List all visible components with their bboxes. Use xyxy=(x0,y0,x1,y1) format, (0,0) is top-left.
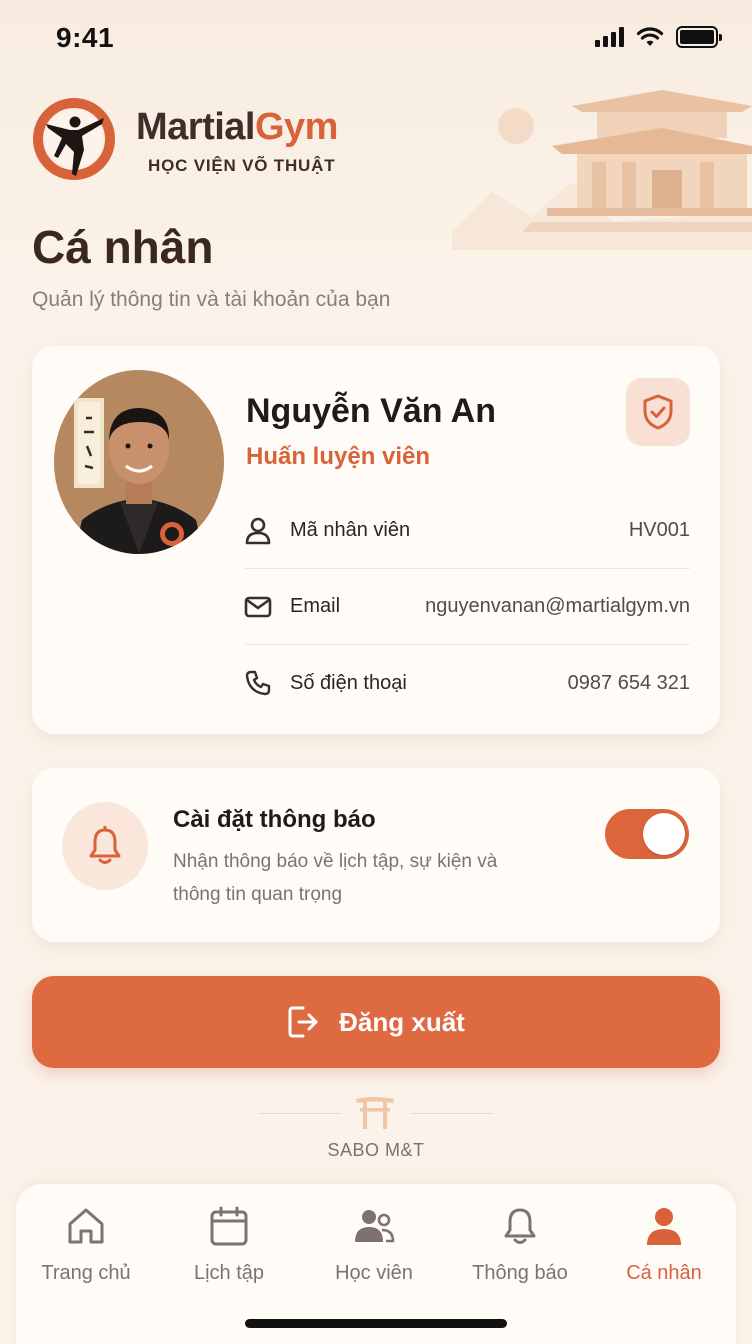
nav-item-home[interactable]: Trang chủ xyxy=(16,1202,156,1285)
user-icon xyxy=(647,1208,681,1245)
notification-settings-description: Nhận thông báo về lịch tập, sự kiện và t… xyxy=(173,851,498,905)
info-row-email: Email nguyenvanan@martialgym.vn xyxy=(244,569,690,645)
nav-label: Lịch tập xyxy=(193,1262,265,1284)
profile-card: Nguyễn Văn An Huấn luyện viên Mã nhân vi… xyxy=(32,346,720,734)
info-value: HV001 xyxy=(628,519,690,541)
page-subtitle: Quản lý thông tin và tài khoản của bạn xyxy=(32,288,391,311)
logout-icon xyxy=(288,1006,318,1038)
nav-item-schedule[interactable]: Lịch tập xyxy=(159,1202,299,1285)
nav-item-profile[interactable]: Cá nhân xyxy=(594,1202,734,1285)
logout-button[interactable]: Đăng xuất xyxy=(32,976,720,1068)
shield-check-icon xyxy=(643,394,673,430)
nav-label: Học viên xyxy=(335,1262,413,1284)
mail-icon xyxy=(244,593,272,621)
status-time: 9:41 xyxy=(56,22,115,53)
bell-icon xyxy=(504,1208,536,1244)
info-value[interactable]: 0987 654 321 xyxy=(568,672,690,695)
info-value[interactable]: nguyenvanan@martialgym.vn xyxy=(425,595,690,618)
nav-label: Cá nhân xyxy=(626,1262,702,1284)
info-label: Số điện thoại xyxy=(290,671,407,694)
students-icon xyxy=(355,1210,395,1243)
bell-icon-badge xyxy=(62,802,148,890)
logout-label: Đăng xuất xyxy=(339,1006,465,1037)
phone-icon xyxy=(244,669,272,697)
notification-toggle[interactable] xyxy=(605,809,689,859)
torii-gate-icon xyxy=(356,1097,394,1129)
status-bar: 9:41 xyxy=(0,0,752,76)
footer-divider xyxy=(410,1113,494,1114)
battery-icon xyxy=(676,26,722,48)
footer-divider xyxy=(258,1113,342,1114)
nav-label: Thông báo xyxy=(472,1262,568,1284)
info-row-employee-id: Mã nhân viên HV001 xyxy=(244,493,690,569)
page-title: Cá nhân xyxy=(32,221,214,273)
toggle-knob xyxy=(643,813,685,855)
info-label: Email xyxy=(290,595,341,617)
nav-item-students[interactable]: Học viên xyxy=(304,1202,444,1285)
nav-item-notifications[interactable]: Thông báo xyxy=(450,1202,590,1285)
info-label: Mã nhân viên xyxy=(290,519,411,541)
status-icons xyxy=(595,26,722,48)
notification-settings-card: Cài đặt thông báo Nhận thông báo về lịch… xyxy=(32,768,720,942)
notification-settings-title: Cài đặt thông báo xyxy=(173,806,376,833)
user-icon xyxy=(244,517,272,545)
brand-name: MartialGym xyxy=(136,106,338,148)
home-icon xyxy=(68,1208,104,1244)
footer-text: SABO M&T xyxy=(327,1140,425,1160)
nav-label: Trang chủ xyxy=(41,1262,131,1284)
brand-subtitle: HỌC VIỆN VÕ THUẬT xyxy=(148,156,336,175)
martialgym-logo xyxy=(33,98,115,180)
signal-icon xyxy=(595,27,624,47)
info-row-phone: Số điện thoại 0987 654 321 xyxy=(244,645,690,721)
calendar-icon xyxy=(210,1206,248,1246)
avatar[interactable] xyxy=(54,370,224,554)
profile-name: Nguyễn Văn An xyxy=(246,392,496,430)
home-indicator[interactable] xyxy=(245,1319,507,1328)
verified-badge-button[interactable] xyxy=(626,378,690,446)
bell-icon xyxy=(89,826,121,864)
profile-role: Huấn luyện viên xyxy=(246,443,431,470)
temple-illustration xyxy=(452,90,752,250)
wifi-icon xyxy=(636,27,664,46)
